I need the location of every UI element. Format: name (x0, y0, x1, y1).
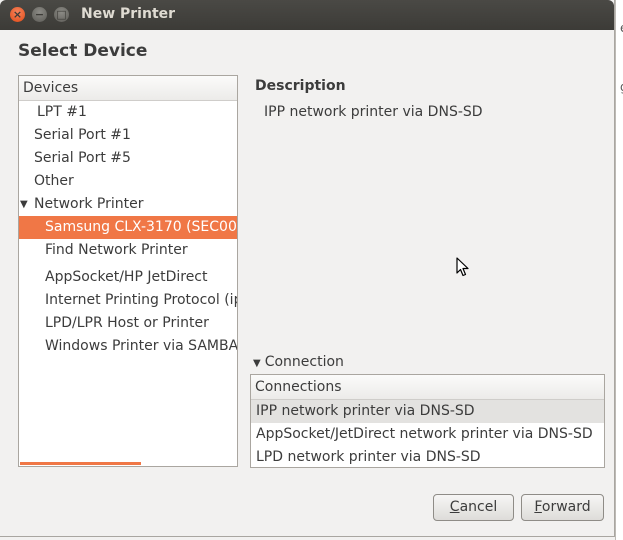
device-tree-item[interactable]: Other (19, 170, 237, 193)
minimize-window-icon[interactable]: − (32, 7, 47, 22)
device-tree-item[interactable]: Find Network Printer (19, 239, 237, 262)
device-tree-item-label: AppSocket/HP JetDirect (45, 269, 208, 285)
device-tree-item[interactable]: Samsung CLX-3170 (SEC00159 (19, 216, 237, 239)
device-tree-item[interactable]: LPT #1 (19, 101, 237, 124)
cancel-button[interactable]: Cancel (433, 494, 514, 521)
device-tree-item-label: LPD/LPR Host or Printer (45, 315, 209, 331)
connection-row[interactable]: LPD network printer via DNS-SD (251, 446, 604, 467)
device-tree[interactable]: Devices LPT #1 Serial Port #1 Serial Port … (18, 75, 238, 467)
connections-rows: IPP network printer via DNS-SD AppSocket/… (251, 400, 604, 467)
device-tree-item-label: Other (34, 173, 74, 189)
connections-list[interactable]: Connections IPP network printer via DNS-… (250, 374, 605, 468)
triangle-down-icon[interactable]: ▼ (20, 193, 28, 216)
device-tree-item-label: LPT #1 (37, 104, 87, 120)
device-tree-item-label: Samsung CLX-3170 (SEC00159 (45, 219, 237, 235)
cancel-label-rest: ancel (459, 499, 498, 515)
description-heading: Description (255, 78, 346, 94)
device-tree-header[interactable]: Devices (19, 76, 237, 101)
device-tree-item[interactable]: AppSocket/HP JetDirect (19, 266, 237, 289)
description-text: IPP network printer via DNS-SD (264, 104, 483, 120)
connection-row[interactable]: AppSocket/JetDirect network printer via … (251, 423, 604, 446)
forward-label-rest: orward (541, 499, 591, 515)
device-tree-item-label: Windows Printer via SAMBA (45, 338, 238, 354)
connections-header[interactable]: Connections (251, 375, 604, 400)
device-tree-item-label: Internet Printing Protocol (ip (45, 292, 238, 308)
new-printer-dialog: × − □ New Printer Select Device Devices … (0, 0, 615, 537)
background-window: e g (615, 0, 623, 540)
maximize-window-icon[interactable]: □ (54, 7, 69, 22)
device-tree-item[interactable]: Serial Port #1 (19, 124, 237, 147)
horizontal-scrollbar[interactable] (20, 462, 141, 465)
device-tree-item[interactable]: Internet Printing Protocol (ip (19, 289, 238, 312)
device-tree-item[interactable]: LPD/LPR Host or Printer (19, 312, 237, 335)
close-window-icon[interactable]: × (10, 7, 25, 22)
connection-row[interactable]: IPP network printer via DNS-SD (251, 400, 604, 423)
cancel-mnemonic: C (449, 499, 460, 515)
connection-label: Connection (264, 354, 344, 370)
device-tree-item-label: Serial Port #1 (34, 127, 131, 143)
device-tree-item-label: Find Network Printer (45, 242, 188, 258)
page-title: Select Device (18, 41, 148, 61)
window-title: New Printer (81, 6, 176, 22)
connection-expander[interactable]: ▼ Connection (253, 354, 344, 370)
forward-mnemonic: F (534, 499, 542, 515)
device-tree-item[interactable]: ▼ Network Printer (19, 193, 237, 216)
triangle-down-icon: ▼ (253, 358, 261, 369)
forward-button[interactable]: Forward (521, 494, 604, 521)
device-tree-item[interactable]: Windows Printer via SAMBA (19, 335, 238, 358)
device-tree-item[interactable]: Serial Port #5 (19, 147, 237, 170)
device-tree-item-label: Serial Port #5 (34, 150, 131, 166)
mouse-pointer-icon (456, 257, 470, 281)
device-tree-item-label: Network Printer (34, 196, 144, 212)
title-bar[interactable]: × − □ New Printer (0, 0, 614, 30)
